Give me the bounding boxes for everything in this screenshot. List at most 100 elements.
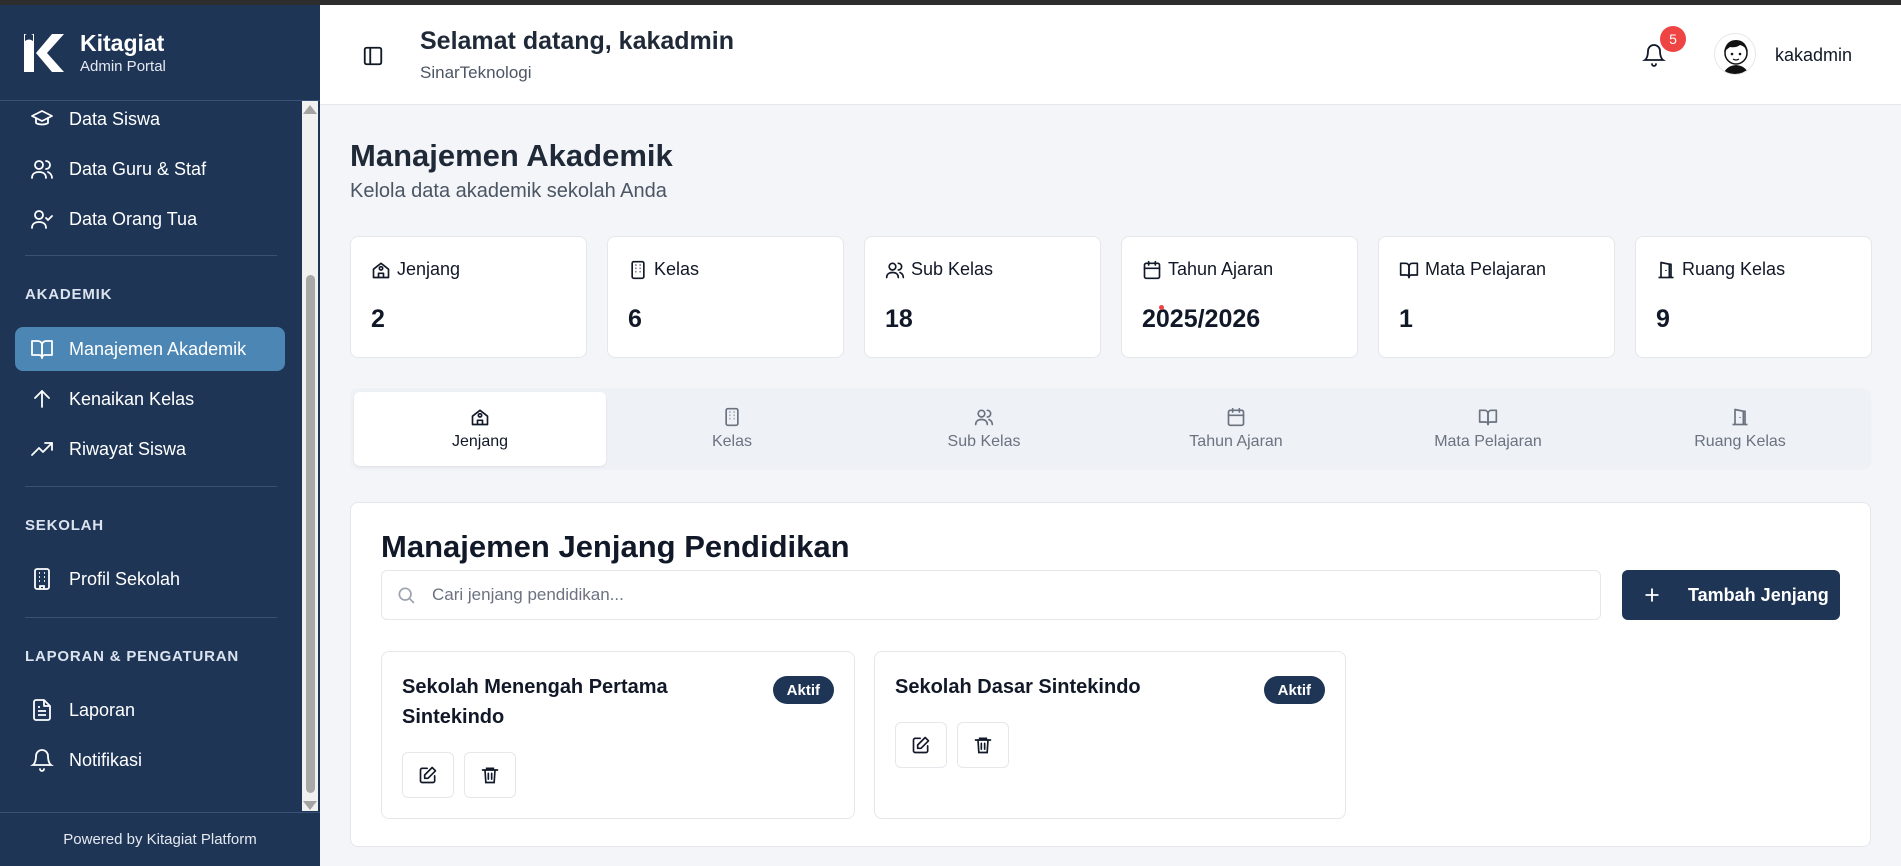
- stat-label: Jenjang: [397, 259, 461, 279]
- sidebar-item-label: Data Guru & Staf: [69, 158, 207, 179]
- sidebar-item-manajemen-akademik[interactable]: Manajemen Akademik: [15, 327, 285, 371]
- book-open-icon: [1399, 260, 1419, 280]
- tab-label: Mata Pelajaran: [1434, 433, 1542, 450]
- sidebar-item-laporan[interactable]: Laporan: [15, 688, 285, 732]
- avatar[interactable]: [1714, 33, 1756, 75]
- bell-icon: [29, 747, 55, 773]
- stat-value: 2: [371, 305, 385, 333]
- add-jenjang-button[interactable]: Tambah Jenjang: [1622, 570, 1840, 620]
- jenjang-panel: Manajemen Jenjang Pendidikan Tambah Jenj…: [350, 502, 1871, 847]
- plus-icon: [1642, 585, 1662, 605]
- sidebar-item-data-orang-tua[interactable]: Data Orang Tua: [15, 197, 285, 241]
- users-icon: [974, 407, 994, 427]
- add-jenjang-label: Tambah Jenjang: [1688, 584, 1829, 605]
- panel-title: Manajemen Jenjang Pendidikan: [381, 529, 850, 564]
- organization-name: SinarTeknologi: [420, 63, 532, 82]
- user-check-icon: [29, 206, 55, 232]
- stat-value: 6: [628, 305, 642, 333]
- stat-card-kelas: Kelas 6: [607, 236, 844, 358]
- tab-label: Ruang Kelas: [1694, 433, 1786, 450]
- tab-ruang-kelas[interactable]: Ruang Kelas: [1614, 392, 1866, 466]
- sidebar-item-kenaikan-kelas[interactable]: Kenaikan Kelas: [15, 377, 285, 421]
- tab-mata-pelajaran[interactable]: Mata Pelajaran: [1362, 392, 1614, 466]
- stat-value: 18: [885, 305, 913, 333]
- stat-card-sub-kelas: Sub Kelas 18: [864, 236, 1101, 358]
- sidebar-item-label: Data Siswa: [69, 108, 161, 129]
- graduation-cap-icon: [29, 106, 55, 132]
- delete-button[interactable]: [957, 722, 1009, 768]
- stat-label: Sub Kelas: [911, 259, 994, 279]
- sidebar-item-notifikasi[interactable]: Notifikasi: [15, 738, 285, 782]
- stat-label: Ruang Kelas: [1682, 259, 1786, 279]
- tab-tahun-ajaran[interactable]: Tahun Ajaran: [1110, 392, 1362, 466]
- sidebar-toggle-icon[interactable]: [362, 45, 384, 67]
- trash-icon: [481, 767, 499, 784]
- powered-by: Powered by Kitagiat Platform: [0, 812, 320, 866]
- sidebar: Kitagiat Admin Portal Data Siswa Data Gu…: [0, 5, 320, 866]
- jenjang-name: Sekolah Menengah Pertama Sintekindo: [402, 676, 668, 728]
- trash-icon: [974, 737, 992, 754]
- edit-icon: [419, 766, 437, 784]
- sidebar-item-label: Riwayat Siswa: [69, 438, 187, 459]
- jenjang-card: Sekolah Menengah Pertama Sintekindo Akti…: [381, 651, 855, 819]
- brand-title: Kitagiat: [80, 29, 165, 56]
- sidebar-item-profil-sekolah[interactable]: Profil Sekolah: [15, 557, 285, 601]
- sidebar-item-data-siswa[interactable]: Data Siswa: [15, 101, 285, 141]
- tab-jenjang[interactable]: Jenjang: [354, 392, 606, 466]
- sidebar-item-data-guru[interactable]: Data Guru & Staf: [15, 147, 285, 191]
- edit-button[interactable]: [402, 752, 454, 798]
- tab-label: Sub Kelas: [947, 433, 1021, 450]
- trending-up-icon: [29, 436, 55, 462]
- sidebar-item-label: Profil Sekolah: [69, 568, 181, 589]
- jenjang-name: Sekolah Dasar Sintekindo: [895, 676, 1141, 698]
- search-box[interactable]: [381, 570, 1601, 620]
- stat-value: 9: [1656, 305, 1670, 333]
- tab-label: Kelas: [711, 433, 753, 450]
- stat-value: 1: [1399, 305, 1413, 333]
- stat-label: Mata Pelajaran: [1425, 259, 1547, 279]
- sidebar-scroll-thumb[interactable]: [306, 275, 315, 793]
- tab-bar: Jenjang Kelas Sub Kelas Tahun Ajaran Mat…: [350, 388, 1871, 470]
- tab-label: Tahun Ajaran: [1189, 433, 1283, 450]
- stat-card-ruang-kelas: Ruang Kelas 9: [1635, 236, 1872, 358]
- top-header: Selamat datang, kakadmin SinarTeknologi …: [320, 5, 1901, 105]
- username[interactable]: kakadmin: [1775, 45, 1852, 66]
- cursor-dot: [1159, 305, 1164, 310]
- users-icon: [29, 156, 55, 182]
- brand-subtitle: Admin Portal: [80, 57, 166, 75]
- delete-button[interactable]: [464, 752, 516, 798]
- stat-card-jenjang: Jenjang 2: [350, 236, 587, 358]
- book-open-icon: [1478, 407, 1498, 427]
- sidebar-item-label: Manajemen Akademik: [69, 338, 247, 359]
- scroll-down-arrow-icon[interactable]: [303, 801, 317, 810]
- search-input[interactable]: [432, 585, 1582, 605]
- stat-label: Kelas: [654, 259, 700, 279]
- page-subtitle: Kelola data akademik sekolah Anda: [350, 180, 667, 202]
- school-icon: [371, 260, 391, 280]
- section-akademik: AKADEMIK: [25, 286, 113, 303]
- kitagiat-logo-icon: [20, 28, 70, 78]
- brand[interactable]: Kitagiat Admin Portal: [0, 5, 320, 101]
- calendar-icon: [1226, 407, 1246, 427]
- stat-label: Tahun Ajaran: [1168, 259, 1274, 279]
- edit-icon: [912, 736, 930, 754]
- divider: [25, 255, 277, 256]
- edit-button[interactable]: [895, 722, 947, 768]
- sidebar-item-label: Kenaikan Kelas: [69, 388, 195, 409]
- school-icon: [470, 407, 490, 427]
- sidebar-item-label: Laporan: [69, 699, 136, 720]
- sidebar-item-label: Data Orang Tua: [69, 208, 198, 229]
- building-icon: [628, 260, 648, 280]
- arrow-up-icon: [29, 386, 55, 412]
- tab-sub-kelas[interactable]: Sub Kelas: [858, 392, 1110, 466]
- notification-count-badge: 5: [1660, 26, 1686, 52]
- sidebar-nav: Data Siswa Data Guru & Staf Data Orang T…: [0, 101, 300, 811]
- sidebar-item-label: Notifikasi: [69, 749, 143, 770]
- page-title: Manajemen Akademik: [350, 138, 673, 173]
- status-badge: Aktif: [772, 676, 834, 704]
- tab-kelas[interactable]: Kelas: [606, 392, 858, 466]
- file-text-icon: [29, 697, 55, 723]
- sidebar-item-riwayat-siswa[interactable]: Riwayat Siswa: [15, 427, 285, 471]
- scroll-up-arrow-icon[interactable]: [303, 105, 317, 114]
- divider: [25, 617, 277, 618]
